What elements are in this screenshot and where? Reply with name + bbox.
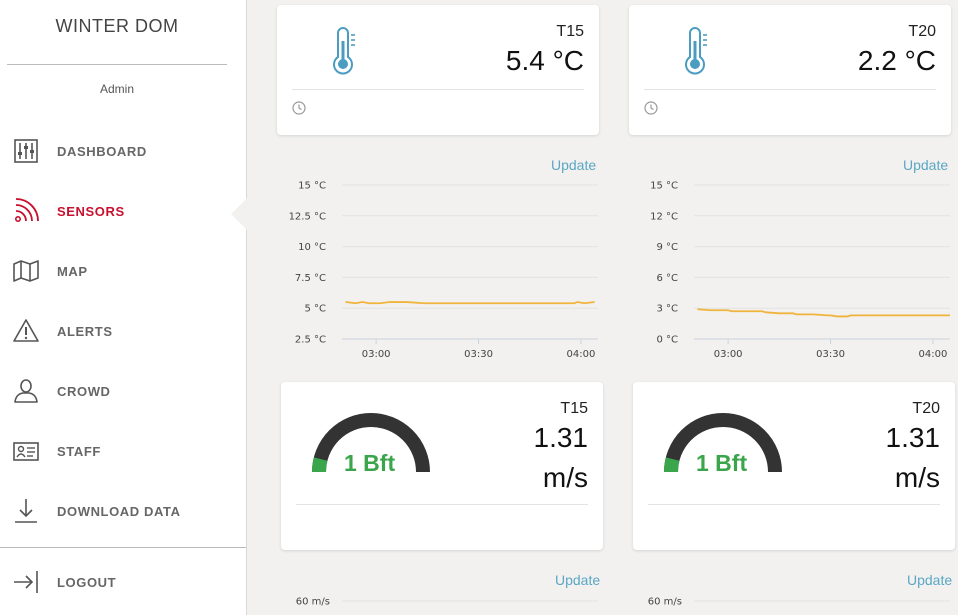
sensor-name: T20 <box>912 400 940 417</box>
divider <box>644 89 936 90</box>
x-tick-label: 03:30 <box>464 349 493 360</box>
y-tick-label: 5 °C <box>304 304 326 315</box>
nav-item-alerts[interactable]: ALERTS <box>0 311 246 351</box>
beaufort-label: 1 Bft <box>344 450 396 476</box>
x-tick-label: 03:30 <box>816 349 845 360</box>
wind-chart: 60 m/s <box>648 597 950 608</box>
nav-item-logout[interactable]: LOGOUT <box>0 562 246 602</box>
wind-speed-unit: m/s <box>894 462 940 493</box>
update-link[interactable]: Update <box>903 157 948 173</box>
temperature-value: 5.4 °C <box>505 45 584 76</box>
thermometer-icon <box>333 27 355 75</box>
wind-chart: 60 m/s <box>296 597 598 608</box>
update-link[interactable]: Update <box>555 572 600 588</box>
wind-card: 1 Bft T20 1.31 m/s <box>633 382 955 550</box>
user-name: Admin <box>99 82 134 96</box>
y-tick-label: 10 °C <box>298 242 326 253</box>
y-tick-label: 12 °C <box>650 211 678 222</box>
person-icon <box>14 379 38 403</box>
y-tick-label: 9 °C <box>656 242 678 253</box>
gauge-fill <box>664 457 680 473</box>
temperature-card: T20 2.2 °C <box>629 5 951 135</box>
x-tick-label: 03:00 <box>362 349 391 360</box>
temperature-value: 2.2 °C <box>857 45 936 76</box>
series-line <box>697 308 950 318</box>
wind-speed-value: 1.31 <box>533 422 589 453</box>
app-title: WINTER DOM <box>55 16 179 36</box>
y-tick-label: 7.5 °C <box>295 273 326 284</box>
warning-icon <box>13 319 39 342</box>
active-indicator <box>231 198 247 230</box>
y-tick-label: 3 °C <box>656 304 678 315</box>
divider <box>296 504 588 505</box>
nav-label: DASHBOARD <box>57 144 147 159</box>
update-link[interactable]: Update <box>551 157 596 173</box>
download-icon <box>15 499 37 523</box>
nav-item-download-data[interactable]: DOWNLOAD DATA <box>0 491 246 531</box>
update-link[interactable]: Update <box>907 572 952 588</box>
nav-label: CROWD <box>57 384 111 399</box>
clock-icon <box>292 101 306 115</box>
y-tick-label: 60 m/s <box>296 597 330 608</box>
nav-item-map[interactable]: MAP <box>0 251 246 291</box>
x-tick-label: 03:00 <box>714 349 743 360</box>
divider <box>648 504 940 505</box>
nav-item-dashboard[interactable]: DASHBOARD <box>0 131 246 171</box>
divider <box>7 64 227 65</box>
series-line <box>345 301 595 305</box>
nav-item-crowd[interactable]: CROWD <box>0 371 246 411</box>
logout-icon <box>14 571 38 593</box>
id-card-icon <box>13 442 39 461</box>
sidebar: WINTER DOM Admin DASHBOARD SENSORS MAP A… <box>0 0 247 615</box>
y-tick-label: 60 m/s <box>648 597 682 608</box>
clock-icon <box>644 101 658 115</box>
gauge-fill <box>312 457 328 473</box>
map-icon <box>13 260 39 282</box>
sensor-name: T20 <box>908 23 936 40</box>
nav-label: ALERTS <box>57 324 113 339</box>
nav-label: LOGOUT <box>57 575 117 590</box>
x-tick-label: 04:00 <box>919 349 948 360</box>
y-tick-label: 15 °C <box>650 181 678 192</box>
signal-icon <box>14 198 39 222</box>
divider <box>0 547 246 548</box>
y-tick-label: 0 °C <box>656 335 678 346</box>
sensor-name: T15 <box>560 400 588 417</box>
nav-label: DOWNLOAD DATA <box>57 504 181 519</box>
beaufort-label: 1 Bft <box>696 450 748 476</box>
sliders-icon <box>14 139 38 163</box>
y-tick-label: 2.5 °C <box>295 335 326 346</box>
nav-item-staff[interactable]: STAFF <box>0 431 246 471</box>
thermometer-icon <box>685 27 707 75</box>
divider <box>292 89 584 90</box>
wind-speed-unit: m/s <box>542 462 588 493</box>
temperature-chart: 15 °C 12 °C 9 °C 6 °C 3 °C 0 °C 03:00 03:30 04:0… <box>650 181 950 360</box>
nav-item-sensors[interactable]: SENSORS <box>0 191 246 231</box>
sensor-name: T15 <box>556 23 584 40</box>
y-tick-label: 15 °C <box>298 181 326 192</box>
nav-label: SENSORS <box>57 204 125 219</box>
temperature-card: T15 5.4 °C <box>277 5 599 135</box>
wind-card: 1 Bft T15 1.31 m/s <box>281 382 603 550</box>
wind-speed-value: 1.31 <box>885 422 941 453</box>
temperature-chart: 15 °C 12.5 °C 10 °C 7.5 °C 5 °C 2.5 °C 03:00 03… <box>289 181 598 360</box>
y-tick-label: 12.5 °C <box>289 211 326 222</box>
nav-label: STAFF <box>57 444 101 459</box>
y-tick-label: 6 °C <box>656 273 678 284</box>
nav-label: MAP <box>57 264 88 279</box>
x-tick-label: 04:00 <box>567 349 596 360</box>
